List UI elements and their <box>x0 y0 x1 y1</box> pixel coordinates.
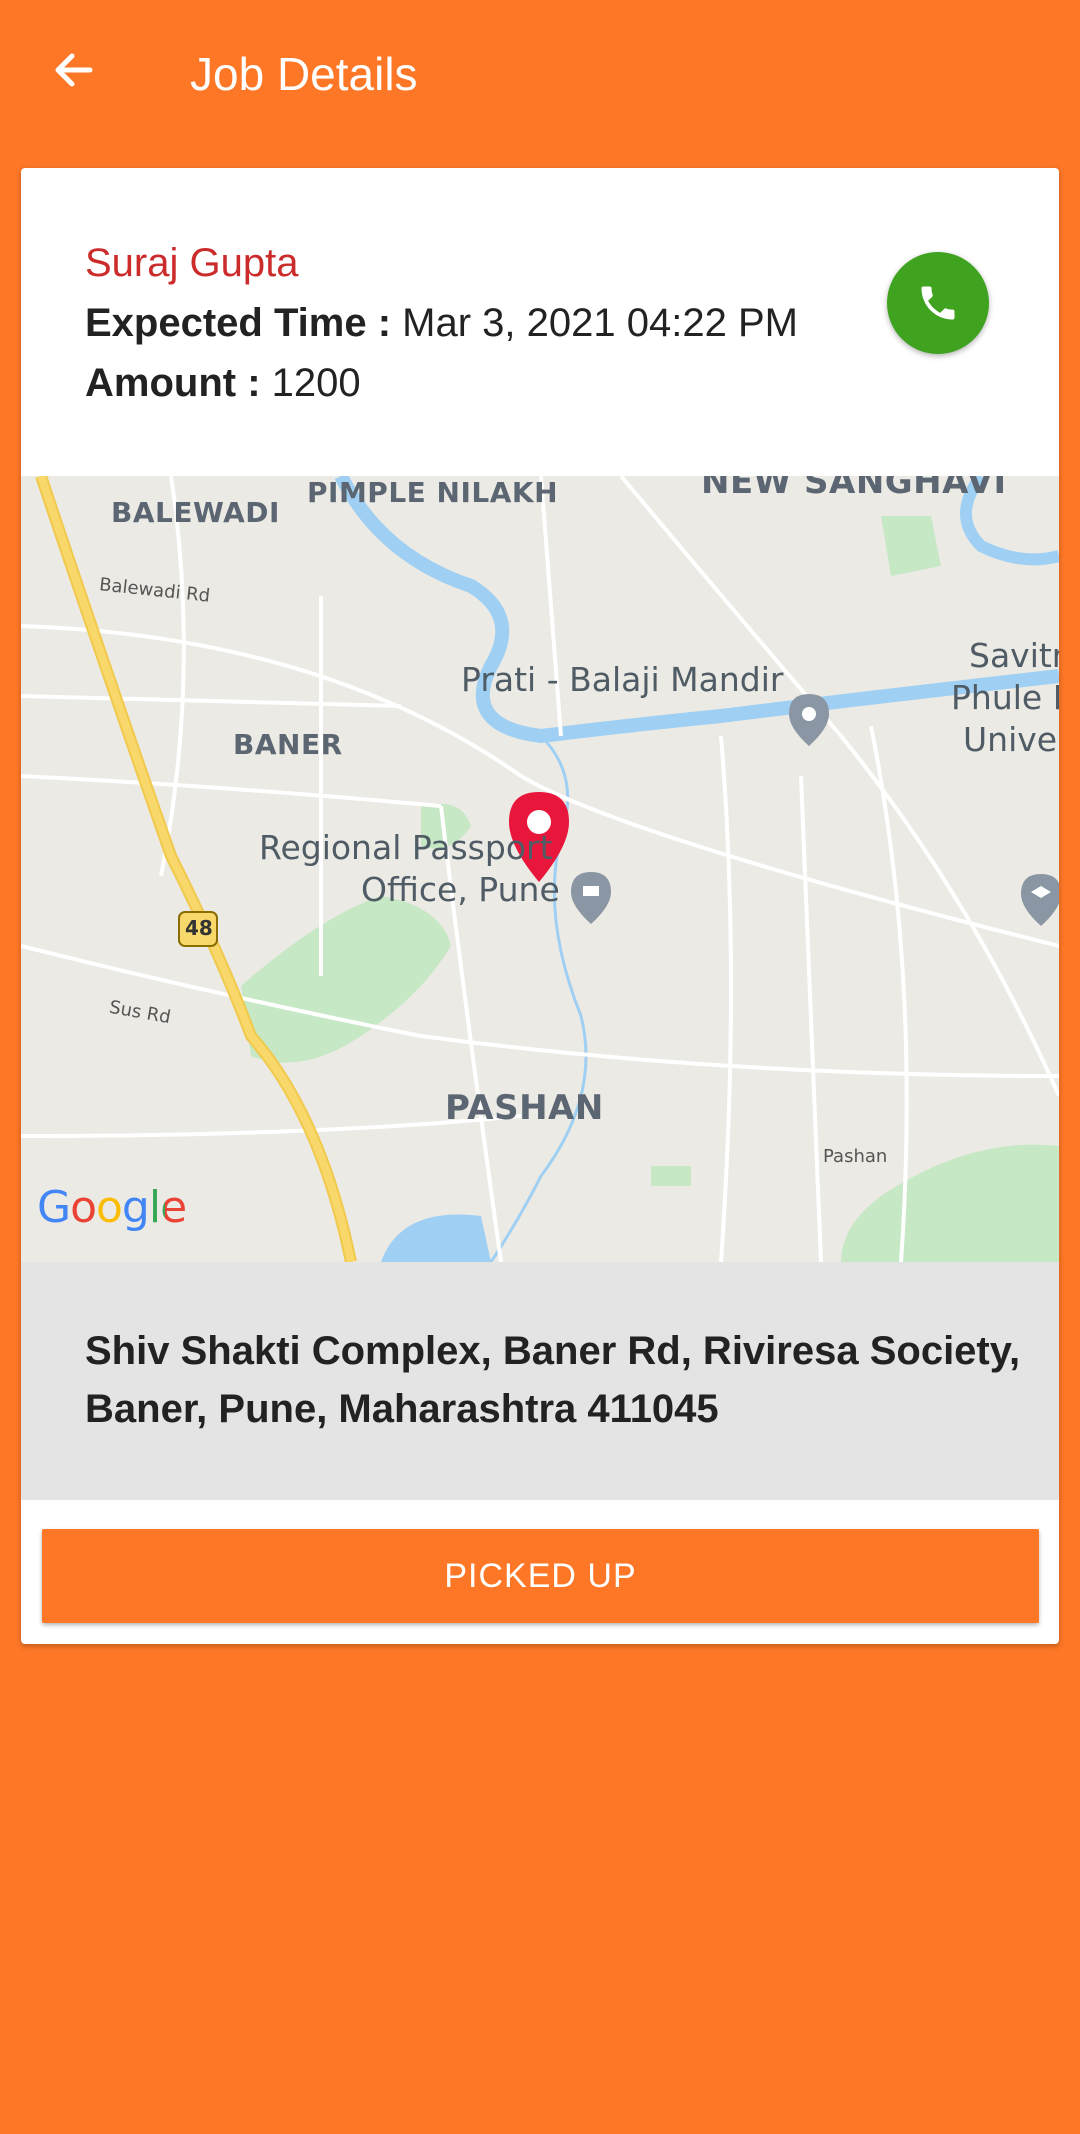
google-logo: Google <box>37 1182 187 1233</box>
museum-icon <box>571 872 611 924</box>
university-icon <box>1021 874 1059 926</box>
amount-label: Amount : <box>85 361 261 405</box>
map-label-savitribai-1: Savitr <box>969 636 1059 675</box>
map-label-new-sanghavi: NEW SANGHAVI <box>701 476 1007 502</box>
back-button[interactable] <box>44 40 104 100</box>
address-text: Shiv Shakti Complex, Baner Rd, Riviresa … <box>85 1329 1021 1431</box>
expected-time-row: Expected Time : Mar 3, 2021 04:22 PM <box>85 296 798 350</box>
map-label-pashan: PASHAN <box>445 1088 604 1128</box>
arrow-left-icon <box>55 53 93 87</box>
map-view[interactable]: BALEWADI PIMPLE NILAKH NEW SANGHAVI Bale… <box>21 476 1059 1262</box>
map-label-prati-balaji: Prati - Balaji Mandir <box>461 660 784 699</box>
app-bar: Job Details <box>0 0 1080 150</box>
job-card: Suraj Gupta Expected Time : Mar 3, 2021 … <box>21 168 1059 1644</box>
phone-icon <box>921 286 955 320</box>
call-button[interactable] <box>887 252 989 354</box>
temple-icon <box>789 694 829 746</box>
expected-time-value: Mar 3, 2021 04:22 PM <box>402 301 798 345</box>
expected-time-label: Expected Time : <box>85 301 392 345</box>
amount-value: 1200 <box>271 361 361 405</box>
map-label-passport-2: Office, Pune <box>361 870 560 909</box>
map-label-savitribai-2: Phule P <box>951 678 1059 717</box>
job-info: Suraj Gupta Expected Time : Mar 3, 2021 … <box>21 168 1059 476</box>
picked-up-button[interactable]: PICKED UP <box>42 1529 1039 1623</box>
customer-name: Suraj Gupta <box>85 241 299 285</box>
map-label-balewadi: BALEWADI <box>111 496 280 529</box>
map-label-baner: BANER <box>233 728 343 761</box>
map-label-pimple-nilakh: PIMPLE NILAKH <box>307 476 559 509</box>
map-label-pashan-rd: Pashan <box>823 1146 888 1167</box>
map-label-savitribai-3: Univer <box>963 720 1059 759</box>
page-title: Job Details <box>190 48 418 100</box>
map-label-highway: 48 <box>185 916 213 940</box>
map-label-passport-1: Regional Passport <box>259 828 553 867</box>
address-section: Shiv Shakti Complex, Baner Rd, Riviresa … <box>21 1262 1059 1500</box>
amount-row: Amount : 1200 <box>85 356 361 410</box>
